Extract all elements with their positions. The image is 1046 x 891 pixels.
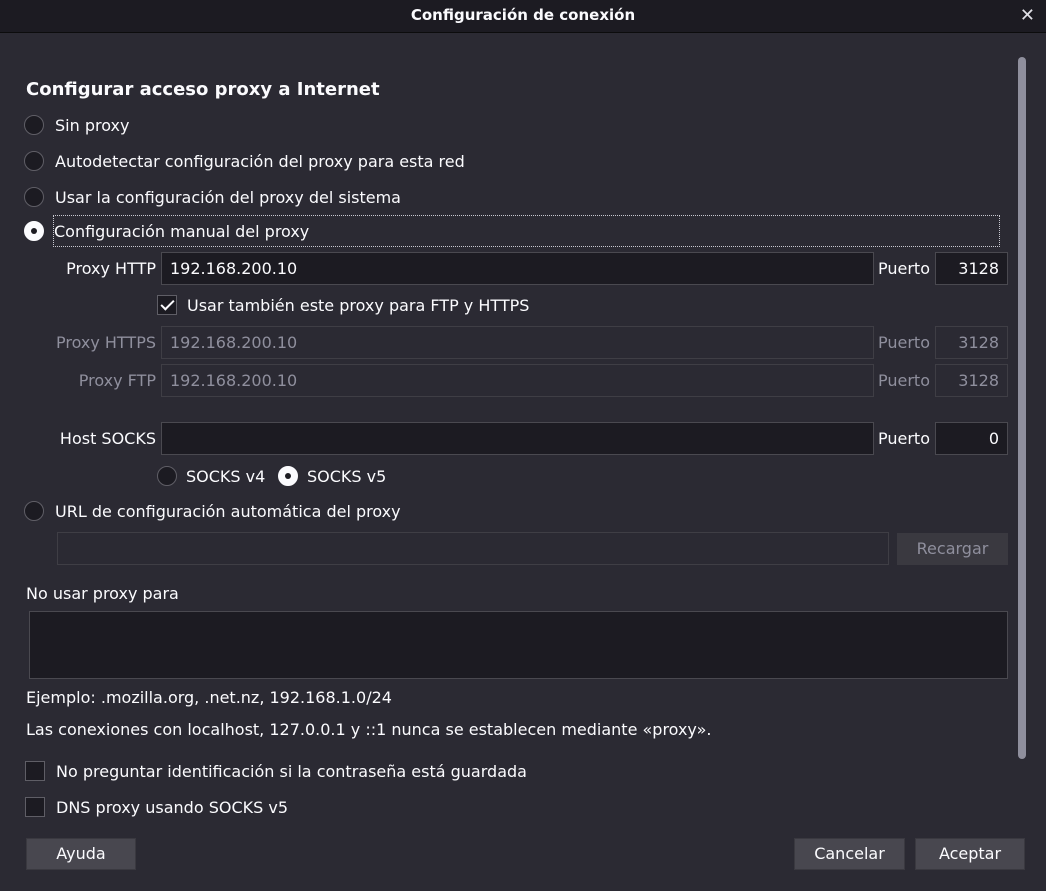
radio-label: SOCKS v5 [307,466,387,486]
radio-button[interactable] [24,187,44,207]
socks-dns-label: DNS proxy usando SOCKS v5 [56,798,288,817]
radio-manual-proxy[interactable]: Configuración manual del proxy [24,219,309,243]
radio-button[interactable] [24,501,44,521]
radio-auto-url[interactable]: URL de configuración automática del prox… [24,499,401,523]
also-use-checkbox[interactable] [157,295,177,315]
https-port-input[interactable]: 3128 [935,326,1008,359]
radio-label: Sin proxy [55,115,130,135]
socks-dns-checkbox[interactable] [25,797,45,817]
radio-system-proxy[interactable]: Usar la configuración del proxy del sist… [24,185,401,209]
radio-button[interactable] [157,466,177,486]
radio-button[interactable] [24,151,44,171]
socks-port-label: Puerto [878,429,930,448]
help-button[interactable]: Ayuda [26,838,136,870]
radio-button[interactable] [278,466,298,486]
no-proxy-example: Ejemplo: .mozilla.org, .net.nz, 192.168.… [26,688,392,707]
radio-label: Configuración manual del proxy [54,221,310,241]
no-proxy-label: No usar proxy para [26,584,179,603]
http-proxy-input[interactable]: 192.168.200.10 [161,252,874,285]
socks-port-input[interactable]: 0 [935,422,1008,455]
radio-button[interactable] [24,115,44,135]
also-use-label: Usar también este proxy para FTP y HTTPS [187,296,530,315]
no-proxy-textarea[interactable] [29,611,1008,679]
ftp-proxy-label: Proxy FTP [78,371,156,390]
window-title: Configuración de conexión [410,6,636,24]
close-icon[interactable]: ✕ [1020,5,1035,26]
radio-button[interactable] [24,221,44,241]
radio-no-proxy[interactable]: Sin proxy [24,113,129,137]
http-port-input[interactable]: 3128 [935,252,1008,285]
no-auth-prompt-checkbox[interactable] [25,761,45,781]
title-bar: Configuración de conexión ✕ [0,0,1046,33]
socks-host-label: Host SOCKS [59,429,156,448]
radio-label: URL de configuración automática del prox… [55,501,401,521]
ftp-port-label: Puerto [878,371,930,390]
socks-host-input[interactable] [161,422,874,455]
ftp-proxy-input[interactable]: 192.168.200.10 [161,364,874,397]
scrollbar-thumb[interactable] [1018,57,1026,759]
accept-button[interactable]: Aceptar [915,838,1025,870]
http-port-label: Puerto [878,259,930,278]
localhost-note: Las conexiones con localhost, 127.0.0.1 … [26,720,712,739]
radio-socks-v4[interactable]: SOCKS v4 [157,464,265,488]
https-port-label: Puerto [878,333,930,352]
http-proxy-label: Proxy HTTP [66,259,156,278]
section-title: Configurar acceso proxy a Internet [26,79,380,100]
radio-label: SOCKS v4 [186,466,266,486]
reload-button[interactable]: Recargar [897,533,1008,565]
https-proxy-input[interactable]: 192.168.200.10 [161,326,874,359]
no-auth-prompt-label: No preguntar identificación si la contra… [56,762,527,781]
radio-autodetect[interactable]: Autodetectar configuración del proxy par… [24,149,465,173]
radio-label: Usar la configuración del proxy del sist… [55,187,401,207]
ftp-port-input[interactable]: 3128 [935,364,1008,397]
https-proxy-label: Proxy HTTPS [55,333,156,352]
cancel-button[interactable]: Cancelar [794,838,905,870]
radio-label: Autodetectar configuración del proxy par… [55,151,465,171]
radio-socks-v5[interactable]: SOCKS v5 [278,464,386,488]
auto-url-input[interactable] [57,532,889,565]
